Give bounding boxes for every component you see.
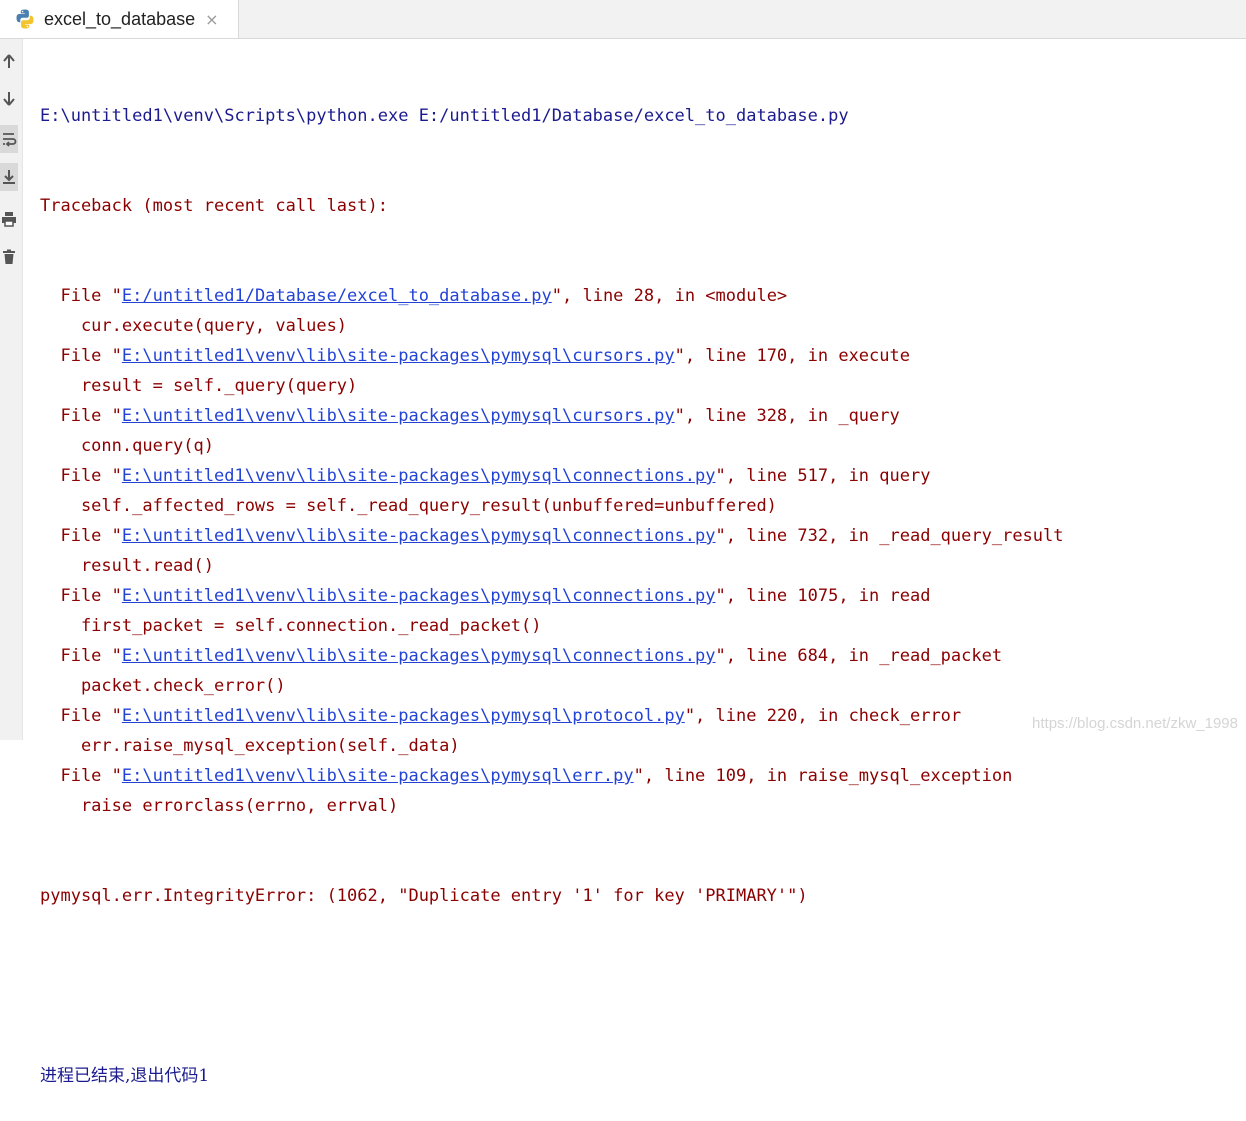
traceback-file-line: File "E:\untitled1\venv\lib\site-package… [40, 341, 1246, 371]
file-line-info: ", line 517, in query [715, 466, 931, 486]
file-line-info: ", line 328, in _query [674, 406, 900, 426]
tab-excel-to-database[interactable]: excel_to_database × [0, 0, 239, 38]
traceback-file-line: File "E:\untitled1\venv\lib\site-package… [40, 521, 1246, 551]
traceback-file-line: File "E:/untitled1/Database/excel_to_dat… [40, 281, 1246, 311]
watermark: https://blog.csdn.net/zkw_1998 [1032, 715, 1238, 732]
console-toolbar [0, 39, 23, 740]
close-icon[interactable]: × [205, 10, 218, 29]
file-line-info: ", line 109, in raise_mysql_exception [633, 766, 1013, 786]
traceback-file-line: File "E:\untitled1\venv\lib\site-package… [40, 761, 1246, 791]
traceback-file-line: File "E:\untitled1\venv\lib\site-package… [40, 461, 1246, 491]
traceback-file-line: File "E:\untitled1\venv\lib\site-package… [40, 641, 1246, 671]
traceback-file-line: File "E:\untitled1\venv\lib\site-package… [40, 401, 1246, 431]
file-path-link[interactable]: E:\untitled1\venv\lib\site-packages\pymy… [122, 586, 716, 606]
file-path-link[interactable]: E:\untitled1\venv\lib\site-packages\pymy… [122, 466, 716, 486]
traceback-code-line: raise errorclass(errno, errval) [40, 796, 399, 816]
trash-icon[interactable] [0, 243, 18, 271]
scroll-to-end-icon[interactable] [0, 163, 18, 191]
traceback-code-line: result = self._query(query) [40, 376, 358, 396]
file-line-info: ", line 1075, in read [715, 586, 931, 606]
print-icon[interactable] [0, 205, 18, 233]
file-prefix: File " [40, 526, 122, 546]
up-arrow-icon[interactable] [0, 47, 18, 75]
traceback-code-line: conn.query(q) [40, 436, 214, 456]
traceback-code-line: packet.check_error() [40, 676, 286, 696]
run-command-line: E:\untitled1\venv\Scripts\python.exe E:/… [40, 106, 849, 126]
traceback-code-line: err.raise_mysql_exception(self._data) [40, 736, 460, 756]
traceback-code-line: self._affected_rows = self._read_query_r… [40, 496, 777, 516]
traceback-file-line: File "E:\untitled1\venv\lib\site-package… [40, 581, 1246, 611]
tab-title: excel_to_database [44, 8, 196, 29]
file-prefix: File " [40, 586, 122, 606]
traceback-frames: File "E:/untitled1/Database/excel_to_dat… [40, 281, 1246, 821]
file-prefix: File " [40, 766, 122, 786]
file-line-info: ", line 684, in _read_packet [715, 646, 1003, 666]
file-prefix: File " [40, 706, 122, 726]
exit-message: 进程已结束,退出代码1 [40, 1066, 210, 1086]
down-arrow-icon[interactable] [0, 85, 18, 113]
python-icon [16, 9, 34, 29]
file-line-info: ", line 28, in <module> [551, 286, 788, 306]
file-prefix: File " [40, 406, 122, 426]
traceback-code-line: result.read() [40, 556, 214, 576]
soft-wrap-icon[interactable] [0, 125, 18, 153]
file-path-link[interactable]: E:\untitled1\venv\lib\site-packages\pymy… [122, 706, 685, 726]
error-message: pymysql.err.IntegrityError: (1062, "Dupl… [40, 886, 808, 906]
file-prefix: File " [40, 466, 122, 486]
editor-tab-bar: excel_to_database × [0, 0, 1246, 39]
file-line-info: ", line 220, in check_error [684, 706, 962, 726]
file-line-info: ", line 170, in execute [674, 346, 910, 366]
file-path-link[interactable]: E:\untitled1\venv\lib\site-packages\pymy… [122, 406, 675, 426]
file-prefix: File " [40, 646, 122, 666]
file-path-link[interactable]: E:\untitled1\venv\lib\site-packages\pymy… [122, 646, 716, 666]
file-path-link[interactable]: E:\untitled1\venv\lib\site-packages\pymy… [122, 766, 634, 786]
traceback-header: Traceback (most recent call last): [40, 196, 388, 216]
traceback-code-line: first_packet = self.connection._read_pac… [40, 616, 542, 636]
run-console-output: E:\untitled1\venv\Scripts\python.exe E:/… [40, 41, 1246, 1121]
file-path-link[interactable]: E:/untitled1/Database/excel_to_database.… [122, 286, 552, 306]
file-path-link[interactable]: E:\untitled1\venv\lib\site-packages\pymy… [122, 346, 675, 366]
traceback-code-line: cur.execute(query, values) [40, 316, 348, 336]
file-prefix: File " [40, 286, 122, 306]
file-prefix: File " [40, 346, 122, 366]
file-line-info: ", line 732, in _read_query_result [715, 526, 1064, 546]
file-path-link[interactable]: E:\untitled1\venv\lib\site-packages\pymy… [122, 526, 716, 546]
